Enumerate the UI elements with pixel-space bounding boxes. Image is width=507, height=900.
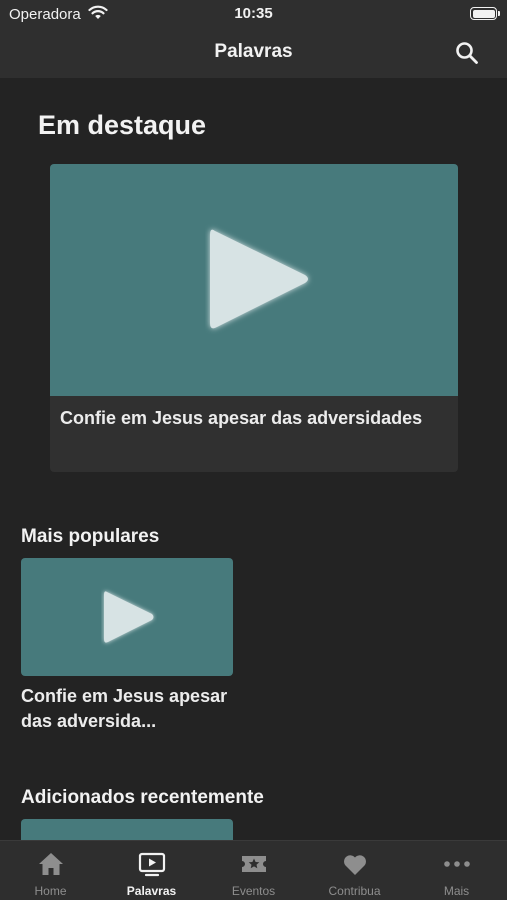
featured-video-thumbnail[interactable] [50,164,458,396]
home-icon [37,851,65,877]
tab-label: Home [34,884,67,898]
tab-contribua[interactable]: Contribua [304,841,405,900]
popular-heading: Mais populares [21,526,160,547]
tab-label: Contribua [328,884,381,898]
status-bar: Operadora 10:35 [0,0,507,28]
play-icon [210,229,308,329]
featured-video-card[interactable]: Confie em Jesus apesar das adversidades [50,164,458,472]
tab-eventos[interactable]: Eventos [203,841,304,900]
featured-video-title: Confie em Jesus apesar das adversidades [60,408,423,428]
tab-label: Palavras [126,884,177,898]
ticket-star-icon [240,851,268,877]
recent-heading: Adicionados recentemente [21,787,264,808]
more-dots-icon [443,851,471,877]
heart-icon [341,851,369,877]
tab-palavras[interactable]: Palavras [101,841,202,900]
battery-icon [470,7,500,20]
tab-mais[interactable]: Mais [406,841,507,900]
featured-heading: Em destaque [38,110,207,140]
tab-bar: Home Palavras Eventos Contribua Mais [0,840,507,900]
video-play-icon [138,851,166,877]
tab-label: Eventos [231,884,276,898]
popular-video-title[interactable]: Confie em Jesus apesar das adversida... [21,684,236,734]
recent-video-thumbnail[interactable] [21,819,233,840]
tab-label: Mais [443,884,470,898]
navigation-bar: Palavras [0,28,507,78]
tab-home[interactable]: Home [0,841,101,900]
search-icon[interactable] [454,40,480,66]
content-scroll-area[interactable]: Em destaque Confie em Jesus apesar das a… [0,78,507,840]
popular-video-thumbnail[interactable] [21,558,233,676]
play-icon [104,591,154,643]
clock: 10:35 [234,5,273,22]
page-title: Palavras [214,41,293,62]
